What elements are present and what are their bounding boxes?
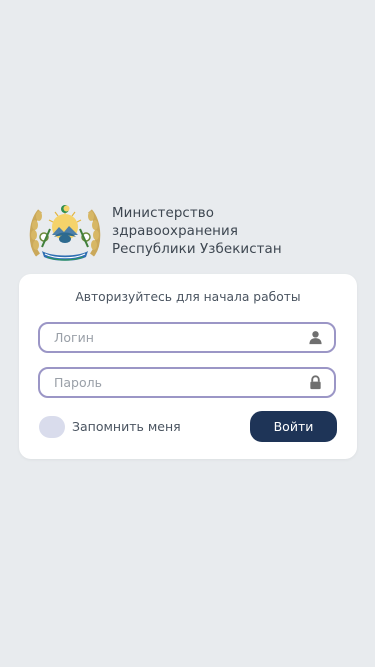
state-emblem-icon: [29, 205, 101, 261]
login-card: Авторизуйтесь для начала работы Запомнит…: [19, 274, 357, 459]
user-icon: [309, 331, 322, 345]
login-field[interactable]: [38, 322, 336, 353]
password-field[interactable]: [38, 367, 336, 398]
login-button[interactable]: Войти: [250, 411, 337, 442]
login-input[interactable]: [54, 324, 292, 351]
org-name-line-3: Республики Узбекистан: [112, 242, 282, 257]
org-name-line-1: Министерство: [112, 206, 215, 221]
password-input[interactable]: [54, 369, 292, 396]
login-card-title: Авторизуйтесь для начала работы: [75, 290, 301, 304]
organization-name: Министерство здравоохранения Республики …: [112, 205, 352, 259]
remember-me[interactable]: Запомнить меня: [39, 415, 219, 439]
brand-header: Министерство здравоохранения Республики …: [28, 201, 358, 265]
org-name-line-2: здравоохранения: [112, 224, 238, 239]
login-page: Министерство здравоохранения Республики …: [0, 0, 375, 667]
remember-me-label: Запомнить меня: [72, 419, 181, 434]
lock-icon: [310, 375, 321, 390]
remember-me-checkbox[interactable]: [39, 416, 65, 438]
